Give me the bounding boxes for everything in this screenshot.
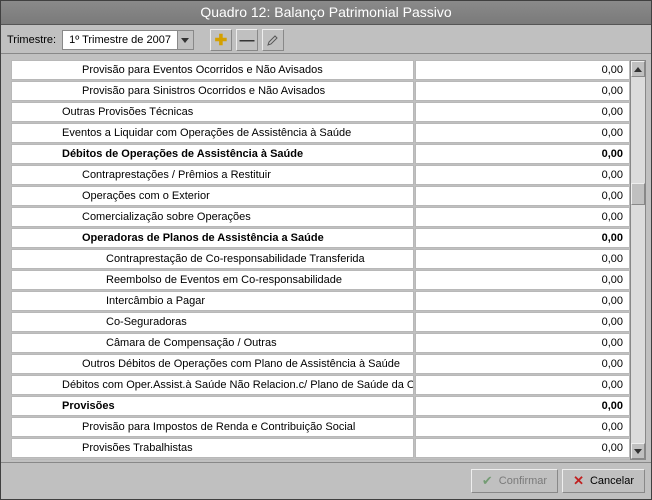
row-label: Débitos de Operações de Assistência à Sa… bbox=[11, 144, 414, 164]
row-label: Provisões para Contingências bbox=[11, 459, 414, 460]
row-value: 0,00 bbox=[415, 144, 630, 164]
table-row[interactable]: Operadoras de Planos de Assistência a Sa… bbox=[11, 228, 630, 248]
minus-icon: — bbox=[239, 33, 254, 48]
footer: ✔ Confirmar ✕ Cancelar bbox=[1, 462, 651, 499]
row-label: Provisões bbox=[11, 396, 414, 416]
row-label: Provisão para Eventos Ocorridos e Não Av… bbox=[11, 60, 414, 80]
row-label: Intercâmbio a Pagar bbox=[11, 291, 414, 311]
table-row[interactable]: Co-Seguradoras0,00 bbox=[11, 312, 630, 332]
row-value: 0,00 bbox=[415, 417, 630, 437]
add-button[interactable]: ✚ bbox=[210, 29, 232, 51]
edit-button[interactable] bbox=[262, 29, 284, 51]
row-value: 0,00 bbox=[415, 459, 630, 460]
row-label: Provisões Trabalhistas bbox=[11, 438, 414, 458]
trimestre-label: Trimestre: bbox=[7, 34, 56, 46]
scroll-up-button[interactable] bbox=[631, 61, 645, 77]
row-label: Provisão para Impostos de Renda e Contri… bbox=[11, 417, 414, 437]
row-label: Contraprestação de Co-responsabilidade T… bbox=[11, 249, 414, 269]
table-row[interactable]: Outros Débitos de Operações com Plano de… bbox=[11, 354, 630, 374]
row-label: Provisão para Sinistros Ocorridos e Não … bbox=[11, 81, 414, 101]
content-area: Provisão para Eventos Ocorridos e Não Av… bbox=[11, 60, 646, 460]
toolbar: Trimestre: 1º Trimestre de 2007 ✚ — bbox=[1, 25, 651, 54]
row-label: Operações com o Exterior bbox=[11, 186, 414, 206]
table-row[interactable]: Débitos de Operações de Assistência à Sa… bbox=[11, 144, 630, 164]
row-value: 0,00 bbox=[415, 60, 630, 80]
table-row[interactable]: Intercâmbio a Pagar0,00 bbox=[11, 291, 630, 311]
row-value: 0,00 bbox=[415, 102, 630, 122]
row-label: Operadoras de Planos de Assistência a Sa… bbox=[11, 228, 414, 248]
check-icon: ✔ bbox=[482, 473, 493, 489]
row-label: Comercialização sobre Operações bbox=[11, 207, 414, 227]
table-row[interactable]: Comercialização sobre Operações0,00 bbox=[11, 207, 630, 227]
table-row[interactable]: Contraprestações / Prêmios a Restituir0,… bbox=[11, 165, 630, 185]
row-value: 0,00 bbox=[415, 249, 630, 269]
confirm-label: Confirmar bbox=[499, 475, 547, 487]
table-row[interactable]: Provisão para Eventos Ocorridos e Não Av… bbox=[11, 60, 630, 80]
table-row[interactable]: Outras Provisões Técnicas0,00 bbox=[11, 102, 630, 122]
table-row[interactable]: Contraprestação de Co-responsabilidade T… bbox=[11, 249, 630, 269]
table-row[interactable]: Reembolso de Eventos em Co-responsabilid… bbox=[11, 270, 630, 290]
remove-button[interactable]: — bbox=[236, 29, 258, 51]
row-value: 0,00 bbox=[415, 354, 630, 374]
cancel-label: Cancelar bbox=[590, 475, 634, 487]
plus-icon: ✚ bbox=[215, 33, 228, 48]
row-value: 0,00 bbox=[415, 81, 630, 101]
row-label: Contraprestações / Prêmios a Restituir bbox=[11, 165, 414, 185]
row-label: Câmara de Compensação / Outras bbox=[11, 333, 414, 353]
row-value: 0,00 bbox=[415, 396, 630, 416]
row-value: 0,00 bbox=[415, 123, 630, 143]
row-value: 0,00 bbox=[415, 291, 630, 311]
vertical-scrollbar[interactable] bbox=[630, 60, 646, 460]
confirm-button: ✔ Confirmar bbox=[471, 469, 558, 493]
row-value: 0,00 bbox=[415, 186, 630, 206]
row-label: Débitos com Oper.Assist.à Saúde Não Rela… bbox=[11, 375, 414, 395]
row-value: 0,00 bbox=[415, 312, 630, 332]
close-icon: ✕ bbox=[573, 473, 584, 489]
row-value: 0,00 bbox=[415, 228, 630, 248]
table-row[interactable]: Provisões0,00 bbox=[11, 396, 630, 416]
row-label: Reembolso de Eventos em Co-responsabilid… bbox=[11, 270, 414, 290]
row-value: 0,00 bbox=[415, 165, 630, 185]
table-row[interactable]: Câmara de Compensação / Outras0,00 bbox=[11, 333, 630, 353]
table-row[interactable]: Débitos com Oper.Assist.à Saúde Não Rela… bbox=[11, 375, 630, 395]
row-label: Eventos a Liquidar com Operações de Assi… bbox=[11, 123, 414, 143]
pencil-icon bbox=[267, 34, 279, 46]
data-grid: Provisão para Eventos Ocorridos e Não Av… bbox=[11, 60, 630, 460]
scroll-down-button[interactable] bbox=[631, 443, 645, 459]
row-value: 0,00 bbox=[415, 438, 630, 458]
row-value: 0,00 bbox=[415, 270, 630, 290]
row-value: 0,00 bbox=[415, 207, 630, 227]
cancel-button[interactable]: ✕ Cancelar bbox=[562, 469, 645, 493]
table-row[interactable]: Operações com o Exterior0,00 bbox=[11, 186, 630, 206]
table-row[interactable]: Provisão para Impostos de Renda e Contri… bbox=[11, 417, 630, 437]
row-label: Outros Débitos de Operações com Plano de… bbox=[11, 354, 414, 374]
scroll-track[interactable] bbox=[631, 77, 645, 443]
window-frame: Quadro 12: Balanço Patrimonial Passivo T… bbox=[0, 0, 652, 500]
table-row[interactable]: Provisões para Contingências0,00 bbox=[11, 459, 630, 460]
window-title: Quadro 12: Balanço Patrimonial Passivo bbox=[200, 4, 451, 20]
trimestre-dropdown[interactable]: 1º Trimestre de 2007 bbox=[62, 30, 194, 50]
chevron-down-icon[interactable] bbox=[177, 31, 193, 49]
row-label: Co-Seguradoras bbox=[11, 312, 414, 332]
table-row[interactable]: Eventos a Liquidar com Operações de Assi… bbox=[11, 123, 630, 143]
table-row[interactable]: Provisão para Sinistros Ocorridos e Não … bbox=[11, 81, 630, 101]
row-value: 0,00 bbox=[415, 333, 630, 353]
trimestre-selected: 1º Trimestre de 2007 bbox=[63, 31, 177, 49]
window-titlebar: Quadro 12: Balanço Patrimonial Passivo bbox=[1, 1, 651, 25]
table-row[interactable]: Provisões Trabalhistas0,00 bbox=[11, 438, 630, 458]
scroll-thumb[interactable] bbox=[631, 183, 645, 205]
row-label: Outras Provisões Técnicas bbox=[11, 102, 414, 122]
row-value: 0,00 bbox=[415, 375, 630, 395]
